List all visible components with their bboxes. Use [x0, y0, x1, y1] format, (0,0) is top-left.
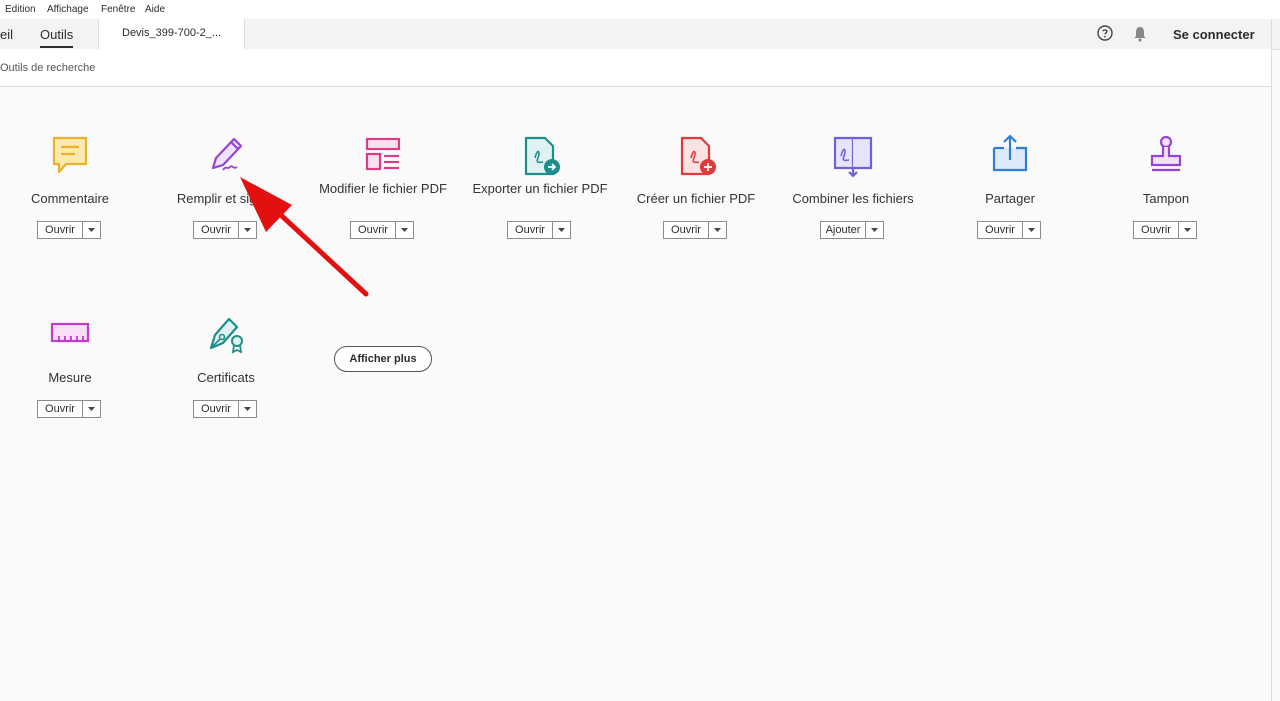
red-arrow-annotation: [240, 177, 369, 297]
